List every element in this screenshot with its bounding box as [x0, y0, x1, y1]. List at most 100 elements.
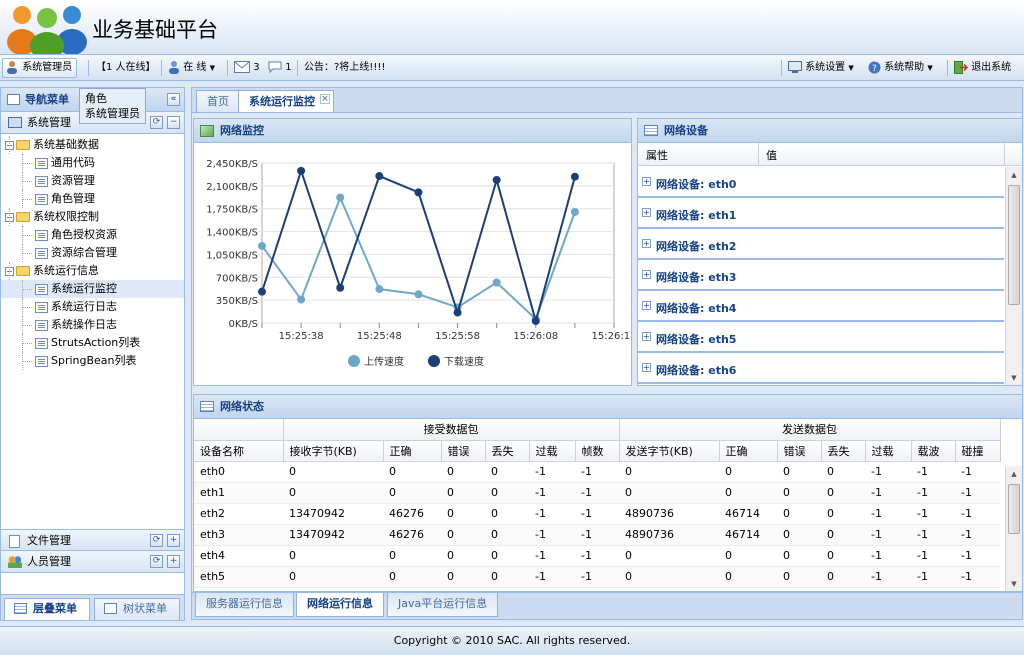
tab-system-monitor[interactable]: 系统运行监控 × — [238, 90, 334, 113]
tree-item[interactable]: 系统操作日志 — [1, 316, 184, 334]
collapse-left-button[interactable]: « — [167, 93, 180, 106]
y-tick-label: 2,450KB/S — [206, 159, 258, 170]
table-cell: 0 — [441, 482, 485, 504]
accordion-personnel-management[interactable]: 人员管理 ⟳ + — [1, 551, 184, 573]
menu-mode-tabs: 层叠菜单 树状菜单 — [1, 594, 184, 620]
device-row[interactable]: + 网络设备: eth6 — [638, 353, 1004, 384]
tree-item[interactable]: 角色管理 — [1, 190, 184, 208]
column-header[interactable]: 错误 — [441, 440, 486, 462]
device-row[interactable]: + 网络设备: eth0 — [638, 167, 1004, 198]
column-header[interactable]: 正确 — [719, 440, 778, 462]
column-header[interactable]: 碰撞 — [955, 440, 1001, 462]
device-row[interactable]: + 网络设备: eth3 — [638, 260, 1004, 291]
tab-java-info[interactable]: Java平台运行信息 — [387, 593, 499, 617]
column-header[interactable]: 错误 — [777, 440, 822, 462]
column-header[interactable]: 正确 — [383, 440, 442, 462]
table-cell: 0 — [441, 524, 485, 546]
tree-folder[interactable]: − 系统基础数据 — [1, 136, 184, 154]
expand-icon[interactable]: + — [642, 363, 651, 372]
data-point — [414, 290, 423, 299]
tab-layered-menu[interactable]: 层叠菜单 — [4, 598, 90, 620]
tree-item[interactable]: 资源综合管理 — [1, 244, 184, 262]
scroll-up-icon[interactable]: ▲ — [1006, 466, 1022, 482]
tree-item-label: 资源管理 — [51, 174, 95, 187]
table-cell: eth3 — [194, 524, 283, 546]
tree-item[interactable]: 系统运行监控 — [1, 280, 184, 298]
expand-icon[interactable]: + — [642, 332, 651, 341]
table-cell: 0 — [719, 545, 777, 567]
expand-icon[interactable]: + — [642, 270, 651, 279]
refresh-icon[interactable]: ⟳ — [150, 116, 163, 129]
column-header[interactable]: 设备名称 — [194, 440, 284, 462]
tree-item[interactable]: SpringBean列表 — [1, 352, 184, 370]
table-row[interactable]: eth2 13470942 46276 0 0 -1 -1 4890736 46714 0 0 -1-… — [194, 503, 1000, 525]
expand-icon[interactable]: + — [642, 208, 651, 217]
status-scrollbar[interactable]: ▲ ▼ — [1005, 466, 1022, 591]
refresh-icon[interactable]: ⟳ — [150, 534, 163, 547]
table-row[interactable]: eth4 0 0 0 0 -1 -1 0 0 0 0 -1 -1 -1 — [194, 545, 1000, 567]
table-cell: 0 — [485, 461, 529, 483]
device-row[interactable]: + 网络设备: eth4 — [638, 291, 1004, 322]
logout-button[interactable]: 退出系统 — [954, 59, 1011, 77]
tree-folder[interactable]: − 系统权限控制 — [1, 208, 184, 226]
page-icon — [35, 229, 48, 241]
tree-item[interactable]: 通用代码 — [1, 154, 184, 172]
data-point — [297, 295, 306, 304]
column-header[interactable]: 载波 — [911, 440, 956, 462]
devices-scroll-thumb[interactable] — [1008, 185, 1020, 305]
table-row[interactable]: eth0 0 0 0 0 -1 -1 0 0 0 0 -1 -1 -1 — [194, 461, 1000, 483]
table-cell: 0 — [485, 503, 529, 525]
expand-icon[interactable]: + — [642, 177, 651, 186]
devices-scrollbar[interactable]: ▲ ▼ — [1005, 167, 1022, 385]
tooltip-title: 角色 — [85, 92, 107, 105]
mail-icon — [234, 61, 250, 73]
expand-icon[interactable]: + — [642, 301, 651, 310]
column-header[interactable]: 接收字节(KB) — [283, 440, 384, 462]
scroll-down-icon[interactable]: ▼ — [1006, 370, 1022, 385]
mail-button[interactable]: 3 — [234, 59, 260, 77]
table-cell: 0 — [821, 461, 865, 483]
table-row[interactable]: eth1 0 0 0 0 -1 -1 0 0 0 0 -1 -1 -1 — [194, 482, 1000, 504]
table-cell: eth2 — [194, 503, 283, 525]
network-monitor-header: 网络监控 — [194, 119, 631, 143]
column-header[interactable]: 丢失 — [821, 440, 866, 462]
tree-folder[interactable]: − 系统运行信息 — [1, 262, 184, 280]
column-header[interactable]: 帧数 — [575, 440, 620, 462]
expand-section-button[interactable]: + — [167, 534, 180, 547]
device-label: 网络设备: eth2 — [656, 240, 737, 253]
refresh-icon[interactable]: ⟳ — [150, 555, 163, 568]
tree-item[interactable]: StrutsAction列表 — [1, 334, 184, 352]
column-header[interactable]: 发送字节(KB) — [619, 440, 720, 462]
column-header[interactable]: 过载 — [865, 440, 912, 462]
current-user-button[interactable]: 系统管理员 — [2, 58, 78, 78]
device-row[interactable]: + 网络设备: eth2 — [638, 229, 1004, 260]
collapse-section-button[interactable]: − — [167, 116, 180, 129]
device-row[interactable]: + 网络设备: eth5 — [638, 322, 1004, 353]
status-scroll-thumb[interactable] — [1008, 484, 1020, 534]
system-help-menu[interactable]: ? 系统帮助 ▼ — [868, 59, 933, 77]
expand-icon[interactable]: + — [642, 239, 651, 248]
accordion-file-management[interactable]: 文件管理 ⟳ + — [1, 529, 184, 551]
tree-item[interactable]: 系统运行日志 — [1, 298, 184, 316]
tab-tree-menu[interactable]: 树状菜单 — [94, 598, 180, 620]
table-row[interactable]: eth3 13470942 46276 0 0 -1 -1 4890736 46714 0 0 -1-… — [194, 524, 1000, 546]
status-label: 在 线 — [183, 62, 207, 73]
tree-item[interactable]: 资源管理 — [1, 172, 184, 190]
close-icon[interactable]: × — [320, 94, 330, 104]
expand-section-button[interactable]: + — [167, 555, 180, 568]
column-header[interactable]: 过载 — [529, 440, 576, 462]
tree-item[interactable]: 角色授权资源 — [1, 226, 184, 244]
table-cell: 0 — [719, 461, 777, 483]
tab-network-info[interactable]: 网络运行信息 — [296, 593, 384, 617]
table-row[interactable]: eth5 0 0 0 0 -1 -1 0 0 0 0 -1 -1 -1 — [194, 566, 1000, 588]
tab-home[interactable]: 首页 — [196, 90, 240, 113]
scroll-up-icon[interactable]: ▲ — [1006, 167, 1022, 183]
scroll-down-icon[interactable]: ▼ — [1006, 576, 1022, 591]
column-header[interactable]: 丢失 — [485, 440, 530, 462]
table-cell: -1 — [529, 461, 575, 483]
tab-server-info[interactable]: 服务器运行信息 — [195, 593, 294, 617]
system-settings-menu[interactable]: 系统设置 ▼ — [788, 59, 854, 77]
status-dropdown[interactable]: 在 线 ▼ — [168, 59, 215, 77]
device-row[interactable]: + 网络设备: eth1 — [638, 198, 1004, 229]
message-button[interactable]: 1 — [268, 59, 292, 77]
